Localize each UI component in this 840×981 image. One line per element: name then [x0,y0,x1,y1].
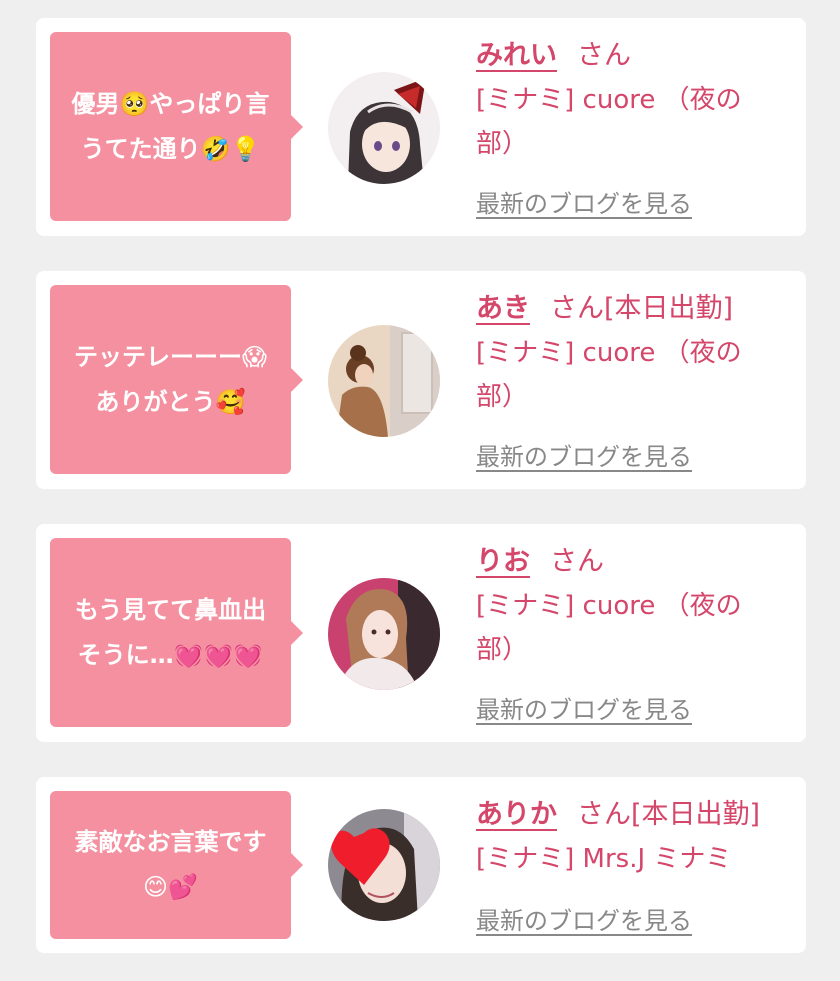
comment-bubble: 素敵なお言葉です 😊💕 [50,791,303,939]
shop-name: [ミナミ] cuore （夜の 部） [476,591,742,665]
review-card: 素敵なお言葉です 😊💕 ありか さん[本日出勤] [ミナミ] Mrs.J ミナミ … [36,777,806,953]
review-card: テッテレーーー😱 ありがとう🥰 あき さん[本日出勤] [ミナミ] cuore （… [36,271,806,489]
name-line: みれい さん [476,34,794,78]
shop-name: [ミナミ] cuore （夜の 部） [476,338,742,412]
comment-bubble: テッテレーーー😱 ありがとう🥰 [50,285,303,474]
heart-covered-face-avatar[interactable] [328,809,440,921]
shop-name: [ミナミ] cuore （夜の 部） [476,85,742,159]
honorific: さん [550,293,604,324]
comment-text: 素敵なお言葉です 😊💕 [74,828,267,901]
review-list: 優男🥺やっぱり言 うてた通り🤣💡 みれい さん [ミナミ] cuore （夜の 部… [0,0,840,981]
honorific: さん [577,40,631,71]
name-line: あき さん[本日出勤] [476,287,794,331]
review-card: 優男🥺やっぱり言 うてた通り🤣💡 みれい さん [ミナミ] cuore （夜の 部… [36,18,806,236]
comment-text: もう見てて鼻血出 そうに…💓💓💓 [74,595,267,669]
comment-bubble: もう見てて鼻血出 そうに…💓💓💓 [50,538,303,727]
name-line: りお さん [476,540,794,584]
latest-blog-link[interactable]: 最新のブログを見る [476,690,692,725]
status-badge: [本日出勤] [604,293,734,324]
girl-name-link[interactable]: ありか [476,799,557,830]
comment-text: テッテレーーー😱 ありがとう🥰 [73,342,268,416]
comment-bubble: 優男🥺やっぱり言 うてた通り🤣💡 [50,32,303,221]
girl-name-link[interactable]: みれい [476,40,557,71]
mirror-selfie-avatar[interactable] [328,325,440,437]
profile-info: りお さん [ミナミ] cuore （夜の 部） [476,540,794,672]
latest-blog-link[interactable]: 最新のブログを見る [476,437,692,472]
status-badge: [本日出勤] [631,799,761,830]
shop-name: [ミナミ] Mrs.J ミナミ [476,844,732,874]
review-card: もう見てて鼻血出 そうに…💓💓💓 りお さん [ミナミ] cuore （夜の 部）… [36,524,806,742]
honorific: さん [550,546,604,577]
girl-name-link[interactable]: りお [476,546,530,577]
anime-girl-avatar[interactable] [328,72,440,184]
name-line: ありか さん[本日出勤] [476,793,794,837]
profile-info: あき さん[本日出勤] [ミナミ] cuore （夜の 部） [476,287,794,419]
comment-text: 優男🥺やっぱり言 うてた通り🤣💡 [71,89,270,163]
profile-info: みれい さん [ミナミ] cuore （夜の 部） [476,34,794,166]
profile-info: ありか さん[本日出勤] [ミナミ] Mrs.J ミナミ [476,793,794,881]
latest-blog-link[interactable]: 最新のブログを見る [476,184,692,219]
honorific: さん [577,799,631,830]
girl-name-link[interactable]: あき [476,293,530,324]
latest-blog-link[interactable]: 最新のブログを見る [476,901,692,936]
woman-portrait-avatar[interactable] [328,578,440,690]
